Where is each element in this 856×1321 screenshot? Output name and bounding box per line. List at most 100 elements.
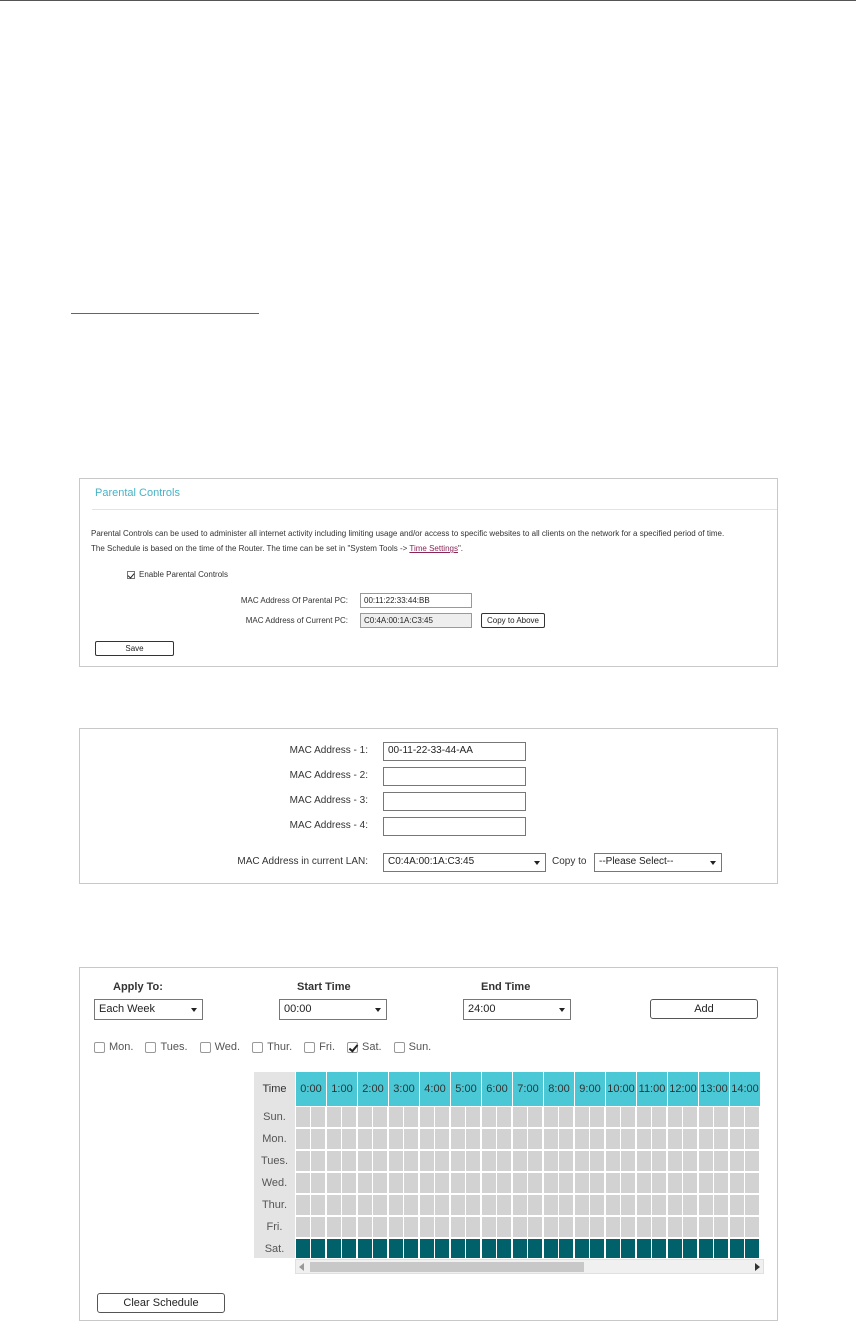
end-time-select[interactable]: 24:00 xyxy=(463,999,571,1020)
grid-cell[interactable] xyxy=(544,1129,558,1149)
grid-cell[interactable] xyxy=(652,1217,666,1237)
grid-cell[interactable] xyxy=(451,1195,465,1215)
grid-cell[interactable] xyxy=(296,1195,310,1215)
grid-cell[interactable] xyxy=(327,1195,341,1215)
grid-cell[interactable] xyxy=(389,1239,403,1258)
grid-cell[interactable] xyxy=(714,1173,728,1193)
grid-cell[interactable] xyxy=(590,1239,604,1258)
grid-cell[interactable] xyxy=(590,1129,604,1149)
grid-cell[interactable] xyxy=(311,1173,325,1193)
grid-cell[interactable] xyxy=(714,1195,728,1215)
grid-cell[interactable] xyxy=(745,1107,759,1127)
grid-cell[interactable] xyxy=(714,1129,728,1149)
grid-cell[interactable] xyxy=(420,1195,434,1215)
grid-cell[interactable] xyxy=(296,1151,310,1171)
day-checkbox-tues[interactable]: Tues. xyxy=(145,1041,188,1053)
grid-cell[interactable] xyxy=(544,1217,558,1237)
grid-cell[interactable] xyxy=(451,1217,465,1237)
grid-cell[interactable] xyxy=(373,1151,387,1171)
grid-cell[interactable] xyxy=(699,1107,713,1127)
copy-to-above-button[interactable]: Copy to Above xyxy=(481,613,545,628)
grid-cell[interactable] xyxy=(311,1195,325,1215)
grid-cell[interactable] xyxy=(714,1217,728,1237)
grid-cell[interactable] xyxy=(699,1239,713,1258)
mac-address-1-input[interactable]: 00-11-22-33-44-AA xyxy=(383,742,526,761)
grid-cell[interactable] xyxy=(699,1129,713,1149)
grid-cell[interactable] xyxy=(451,1173,465,1193)
grid-cell[interactable] xyxy=(311,1239,325,1258)
grid-cell[interactable] xyxy=(668,1107,682,1127)
copy-to-select[interactable]: --Please Select-- xyxy=(594,853,722,872)
grid-cell[interactable] xyxy=(358,1151,372,1171)
grid-cell[interactable] xyxy=(327,1173,341,1193)
grid-cell[interactable] xyxy=(590,1173,604,1193)
grid-cell[interactable] xyxy=(497,1217,511,1237)
grid-cell[interactable] xyxy=(358,1217,372,1237)
grid-cell[interactable] xyxy=(730,1195,744,1215)
grid-cell[interactable] xyxy=(389,1151,403,1171)
grid-cell[interactable] xyxy=(420,1217,434,1237)
grid-cell[interactable] xyxy=(327,1239,341,1258)
grid-cell[interactable] xyxy=(342,1217,356,1237)
grid-cell[interactable] xyxy=(513,1173,527,1193)
grid-cell[interactable] xyxy=(466,1129,480,1149)
grid-cell[interactable] xyxy=(730,1239,744,1258)
grid-cell[interactable] xyxy=(466,1195,480,1215)
grid-cell[interactable] xyxy=(621,1107,635,1127)
grid-cell[interactable] xyxy=(559,1129,573,1149)
grid-cell[interactable] xyxy=(606,1239,620,1258)
grid-cell[interactable] xyxy=(435,1107,449,1127)
grid-cell[interactable] xyxy=(668,1173,682,1193)
grid-cell[interactable] xyxy=(389,1195,403,1215)
grid-cell[interactable] xyxy=(342,1107,356,1127)
grid-cell[interactable] xyxy=(621,1217,635,1237)
grid-cell[interactable] xyxy=(482,1239,496,1258)
day-checkbox-fri[interactable]: Fri. xyxy=(304,1041,335,1053)
grid-cell[interactable] xyxy=(358,1195,372,1215)
grid-cell[interactable] xyxy=(513,1217,527,1237)
grid-cell[interactable] xyxy=(621,1129,635,1149)
grid-cell[interactable] xyxy=(513,1195,527,1215)
grid-cell[interactable] xyxy=(652,1107,666,1127)
grid-cell[interactable] xyxy=(327,1217,341,1237)
grid-cell[interactable] xyxy=(544,1151,558,1171)
checkbox[interactable] xyxy=(393,1041,405,1053)
grid-cell[interactable] xyxy=(342,1239,356,1258)
grid-cell[interactable] xyxy=(327,1151,341,1171)
grid-cell[interactable] xyxy=(606,1129,620,1149)
grid-cell[interactable] xyxy=(296,1173,310,1193)
grid-cell[interactable] xyxy=(311,1107,325,1127)
grid-cell[interactable] xyxy=(373,1195,387,1215)
grid-cell[interactable] xyxy=(544,1239,558,1258)
grid-cell[interactable] xyxy=(637,1151,651,1171)
grid-cell[interactable] xyxy=(730,1217,744,1237)
grid-cell[interactable] xyxy=(451,1107,465,1127)
grid-cell[interactable] xyxy=(435,1173,449,1193)
grid-cell[interactable] xyxy=(606,1173,620,1193)
grid-cell[interactable] xyxy=(621,1151,635,1171)
grid-cell[interactable] xyxy=(420,1107,434,1127)
grid-cell[interactable] xyxy=(482,1129,496,1149)
grid-cell[interactable] xyxy=(730,1107,744,1127)
time-settings-link[interactable]: Time Settings xyxy=(409,544,458,553)
grid-cell[interactable] xyxy=(466,1151,480,1171)
grid-cell[interactable] xyxy=(435,1129,449,1149)
grid-cell[interactable] xyxy=(373,1217,387,1237)
grid-cell[interactable] xyxy=(575,1195,589,1215)
grid-cell[interactable] xyxy=(404,1173,418,1193)
grid-cell[interactable] xyxy=(606,1107,620,1127)
mac-address-3-input[interactable] xyxy=(383,792,526,811)
grid-cell[interactable] xyxy=(451,1129,465,1149)
grid-cell[interactable] xyxy=(497,1239,511,1258)
grid-cell[interactable] xyxy=(358,1239,372,1258)
grid-cell[interactable] xyxy=(683,1195,697,1215)
grid-cell[interactable] xyxy=(497,1151,511,1171)
grid-cell[interactable] xyxy=(482,1151,496,1171)
grid-cell[interactable] xyxy=(652,1195,666,1215)
grid-cell[interactable] xyxy=(435,1239,449,1258)
grid-cell[interactable] xyxy=(590,1217,604,1237)
grid-cell[interactable] xyxy=(544,1195,558,1215)
schedule-grid[interactable]: Time 0:00 1:00 2:00 3:00 4:00 5:00 6:00 7:00 8:0… xyxy=(254,1072,764,1258)
grid-cell[interactable] xyxy=(745,1173,759,1193)
grid-cell[interactable] xyxy=(451,1239,465,1258)
